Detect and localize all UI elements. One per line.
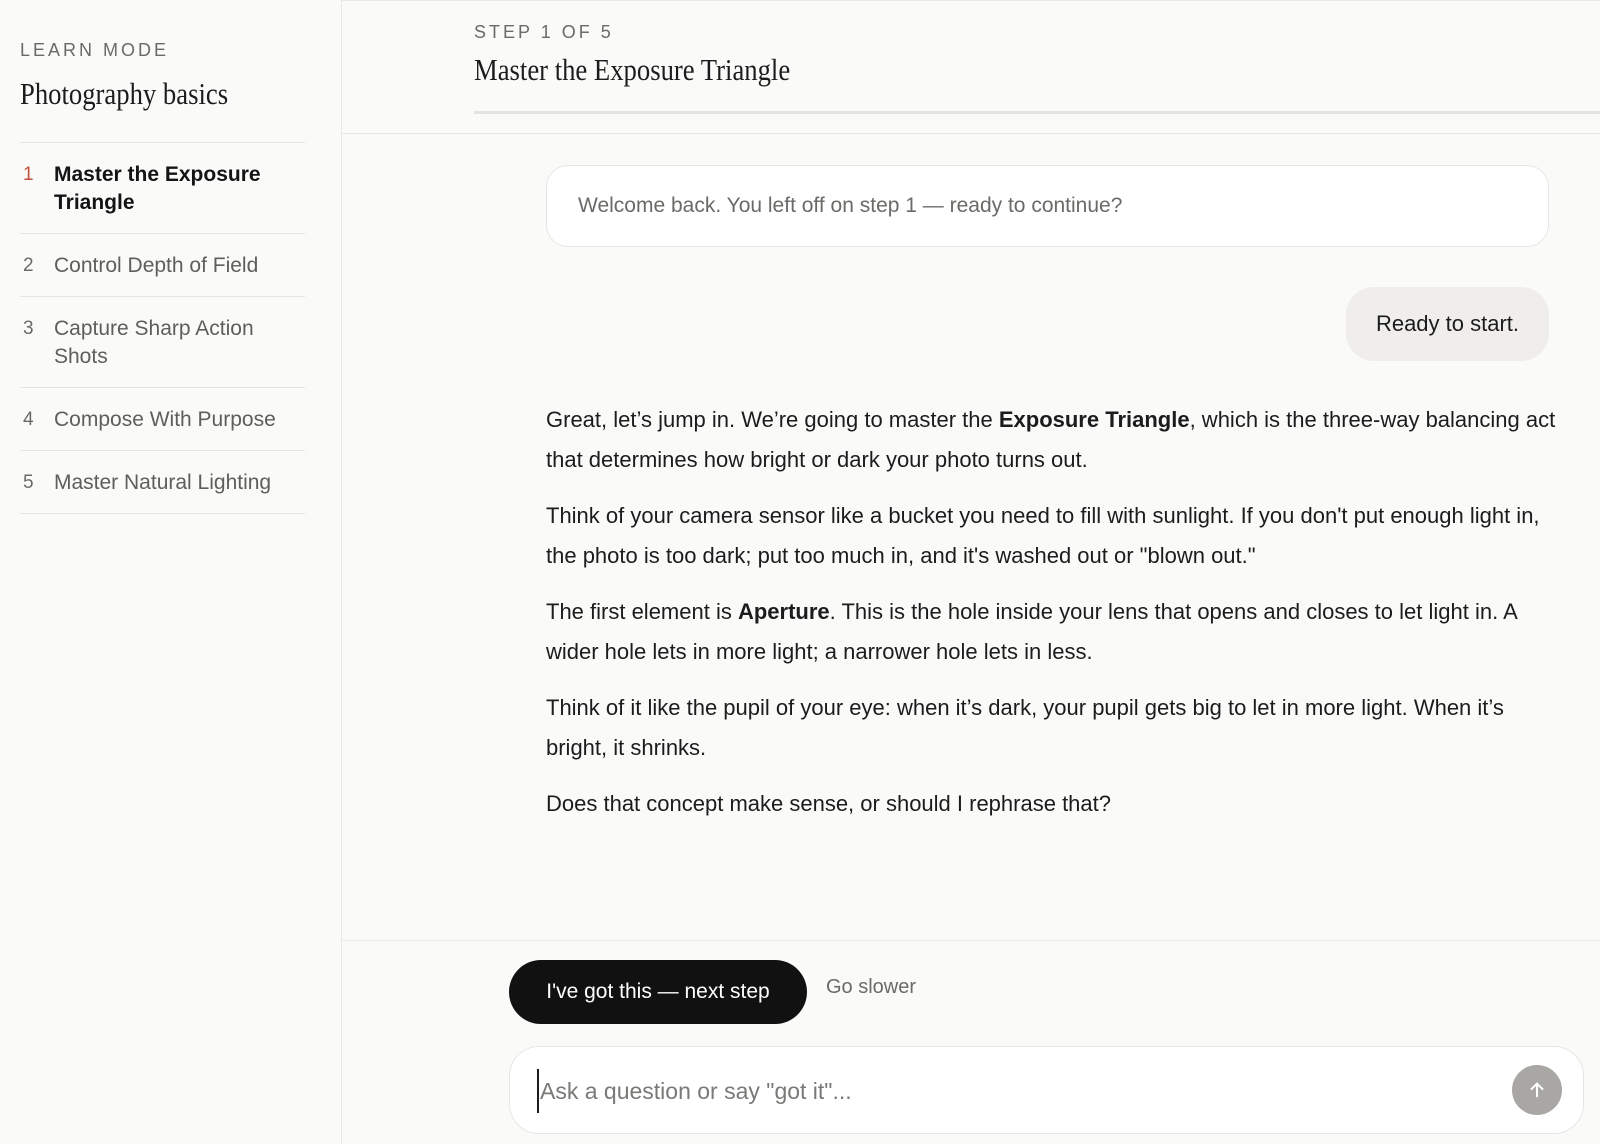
text-segment: Great, let’s jump in. We’re going to mas…	[546, 407, 999, 432]
composer	[509, 1046, 1584, 1134]
composer-divider	[342, 940, 1600, 941]
step-label: Control Depth of Field	[54, 254, 259, 277]
welcome-message: Welcome back. You left off on step 1 — r…	[546, 165, 1549, 247]
header-divider	[474, 111, 1600, 114]
assistant-paragraph-1: Great, let’s jump in. We’re going to mas…	[546, 400, 1556, 479]
arrow-up-icon	[1530, 1082, 1544, 1098]
bold-term: Aperture	[737, 599, 830, 624]
step-number: 1	[23, 164, 34, 185]
learn-mode-label: LEARN MODE	[20, 40, 170, 60]
lesson-title: Master the Exposure Triangle	[474, 52, 791, 87]
step-item-2[interactable]: 2 Control Depth of Field	[20, 234, 305, 297]
step-label: Capture Sharp Action Shots	[54, 317, 254, 368]
send-button[interactable]	[1512, 1065, 1562, 1115]
user-message-bubble: Ready to start.	[1346, 287, 1549, 361]
sidebar: LEARN MODE Photography basics 1 Master t…	[0, 0, 342, 1144]
assistant-paragraph-5: Does that concept make sense, or should …	[546, 791, 1111, 816]
step-item-1[interactable]: 1 Master the Exposure Triangle	[20, 143, 305, 234]
step-number: 5	[23, 472, 34, 493]
step-indicator: STEP 1 OF 5	[474, 22, 614, 42]
step-number: 2	[23, 255, 34, 276]
assistant-paragraph-4: Think of it like the pupil of your eye: …	[546, 695, 1504, 760]
course-title: Photography basics	[20, 76, 229, 111]
step-label: Master Natural Lighting	[54, 471, 272, 494]
step-item-4[interactable]: 4 Compose With Purpose	[20, 388, 305, 451]
next-step-button[interactable]: I've got this — next step	[509, 960, 807, 1024]
step-label: Master the Exposure Triangle	[54, 163, 261, 214]
assistant-message: Great, let’s jump in. We’re going to mas…	[546, 400, 1556, 841]
text-segment: The first element is	[546, 599, 738, 624]
step-list: 1 Master the Exposure Triangle 2 Control…	[20, 142, 305, 514]
assistant-paragraph-2: Think of your camera sensor like a bucke…	[546, 503, 1540, 568]
assistant-paragraph-3: The first element is Aperture. This is t…	[546, 592, 1556, 671]
step-item-5[interactable]: 5 Master Natural Lighting	[20, 451, 305, 514]
chat-input[interactable]	[537, 1069, 1487, 1113]
step-number: 4	[23, 409, 34, 430]
step-item-3[interactable]: 3 Capture Sharp Action Shots	[20, 297, 305, 388]
step-label: Compose With Purpose	[54, 408, 276, 431]
bold-term: Exposure Triangle	[998, 407, 1190, 432]
go-slower-button[interactable]: Go slower	[826, 976, 916, 999]
lesson-header: STEP 1 OF 5 Master the Exposure Triangle	[342, 0, 1600, 134]
step-number: 3	[23, 318, 34, 339]
